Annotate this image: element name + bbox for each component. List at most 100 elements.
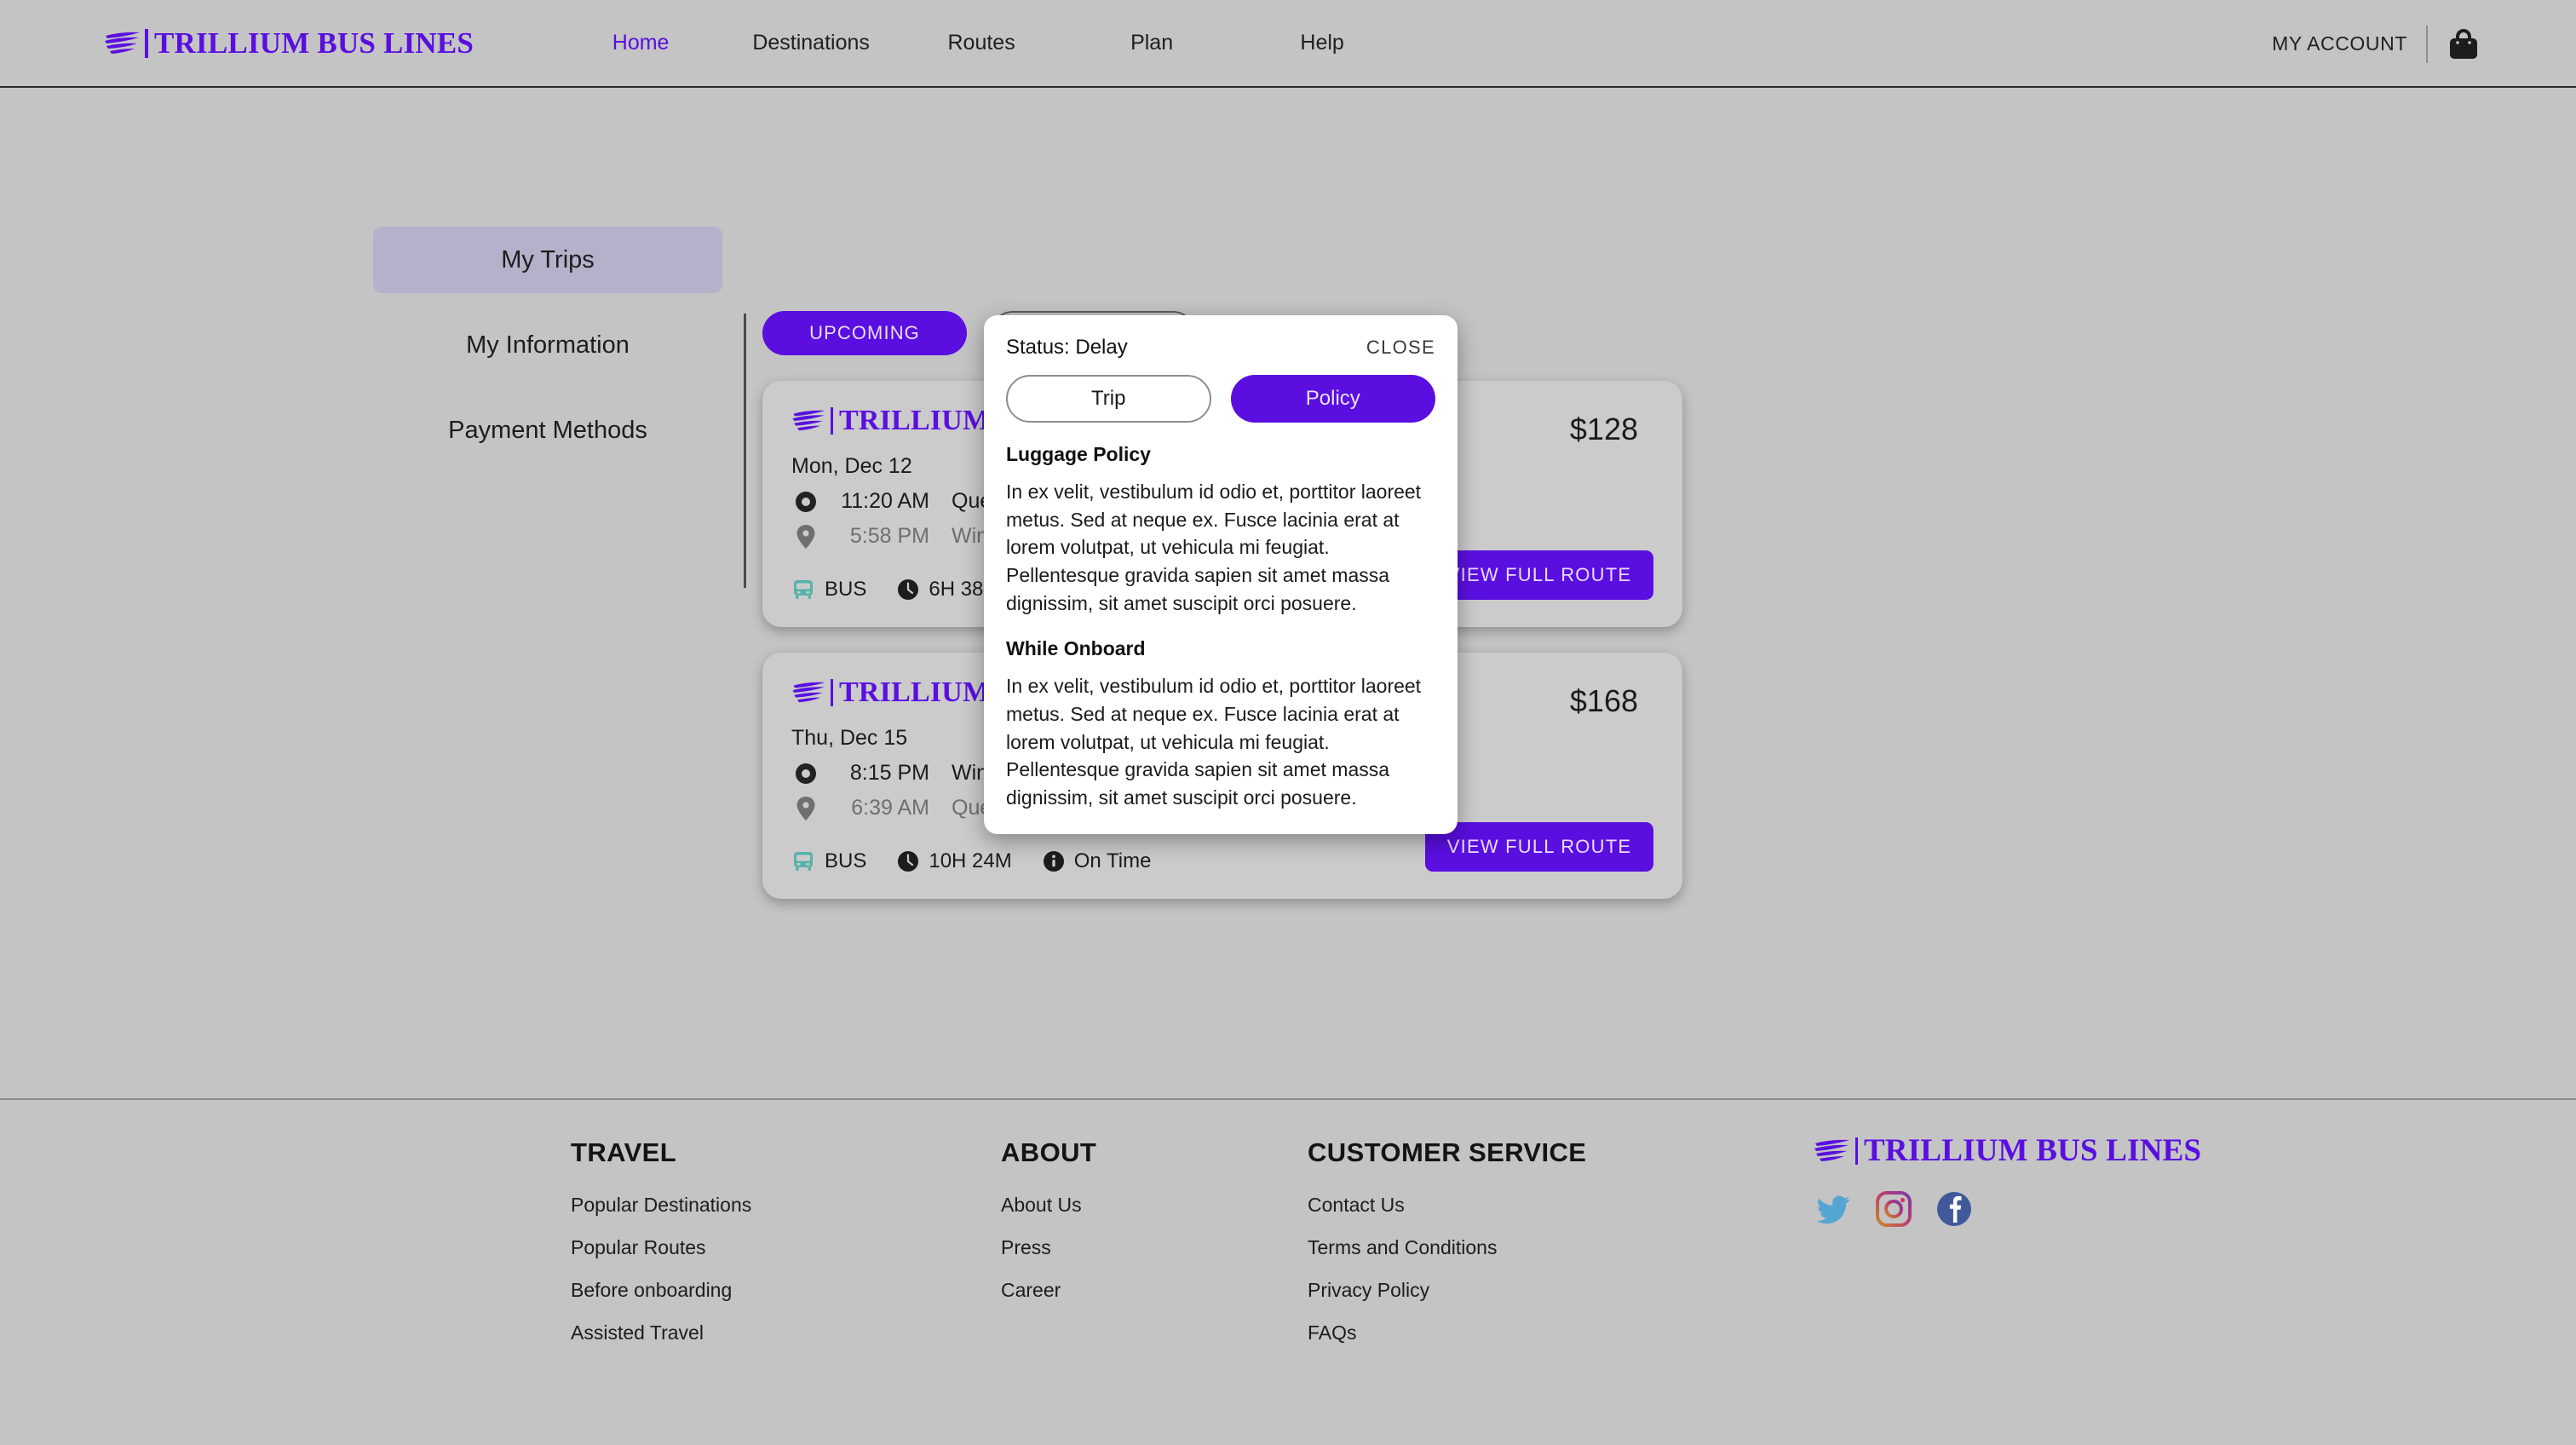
site-header: TRILLIUM BUS LINES Home Destinations Rou… <box>0 0 2576 88</box>
map-pin-icon <box>791 525 820 549</box>
trip-arrival-time: 6:39 AM <box>820 796 929 820</box>
footer-link-about-us[interactable]: About Us <box>1001 1194 1308 1217</box>
modal-section-body-onboard: In ex velit, vestibulum id odio et, port… <box>1006 672 1435 811</box>
bus-icon <box>791 849 815 873</box>
site-footer: TRAVEL Popular Destinations Popular Rout… <box>0 1098 2576 1445</box>
modal-tab-trip-label: Trip <box>1091 387 1125 411</box>
trip-duration-group: 10H 24M <box>897 849 1011 873</box>
footer-column-travel: TRAVEL Popular Destinations Popular Rout… <box>571 1137 1001 1364</box>
trip-mode-group: BUS <box>791 849 866 873</box>
main-nav: Home Destinations Routes Plan Help <box>555 31 1407 55</box>
nav-link-plan[interactable]: Plan <box>1130 31 1173 55</box>
circle-dot-icon <box>791 763 820 785</box>
trillium-wing-icon <box>104 31 141 56</box>
my-account-link[interactable]: MY ACCOUNT <box>2272 32 2407 55</box>
sidebar-vertical-divider <box>744 314 746 588</box>
nav-item-routes[interactable]: Routes <box>896 31 1067 55</box>
trip-price: $168 <box>1570 683 1638 719</box>
brand-name: TRILLIUM BUS LINES <box>154 26 474 60</box>
circle-dot-icon <box>791 491 820 513</box>
modal-section-heading-luggage: Luggage Policy <box>1006 443 1435 466</box>
footer-column-customer-service: CUSTOMER SERVICE Contact Us Terms and Co… <box>1308 1137 1751 1364</box>
modal-section-heading-onboard: While Onboard <box>1006 637 1435 660</box>
nav-item-destinations[interactable]: Destinations <box>726 31 896 55</box>
trillium-wing-icon <box>791 681 827 705</box>
trip-departure-time: 8:15 PM <box>820 761 929 786</box>
nav-link-destinations[interactable]: Destinations <box>752 31 870 55</box>
nav-link-routes[interactable]: Routes <box>948 31 1015 55</box>
twitter-icon[interactable] <box>1814 1190 1852 1228</box>
clock-icon <box>897 850 919 872</box>
brand-divider <box>831 407 833 435</box>
footer-column-about: ABOUT About Us Press Career <box>1001 1137 1308 1364</box>
account-sidebar: My Trips My Information Payment Methods <box>373 227 722 463</box>
footer-link-terms-and-conditions[interactable]: Terms and Conditions <box>1308 1236 1751 1259</box>
footer-link-assisted-travel[interactable]: Assisted Travel <box>571 1321 1001 1344</box>
sidebar-spacer <box>373 293 722 312</box>
view-full-route-button[interactable]: VIEW FULL ROUTE <box>1425 822 1653 872</box>
footer-link-press[interactable]: Press <box>1001 1236 1308 1259</box>
modal-tab-trip[interactable]: Trip <box>1006 375 1211 423</box>
footer-link-faqs[interactable]: FAQs <box>1308 1321 1751 1344</box>
trip-mode-label: BUS <box>825 578 866 602</box>
trip-arrival-place: Win <box>952 524 988 549</box>
sidebar-label-my-information: My Information <box>466 331 630 360</box>
footer-link-before-onboarding[interactable]: Before onboarding <box>571 1279 1001 1302</box>
brand-divider <box>145 29 148 58</box>
modal-tab-bar: Trip Policy <box>1006 375 1435 423</box>
header-actions: MY ACCOUNT <box>2272 0 2481 88</box>
shopping-bag-icon[interactable] <box>2447 27 2481 61</box>
trip-status-group[interactable]: On Time <box>1043 849 1152 873</box>
nav-item-help[interactable]: Help <box>1237 31 1407 55</box>
footer-heading-about: ABOUT <box>1001 1137 1308 1168</box>
footer-link-privacy-policy[interactable]: Privacy Policy <box>1308 1279 1751 1302</box>
footer-heading-travel: TRAVEL <box>571 1137 1001 1168</box>
nav-item-home[interactable]: Home <box>555 31 726 55</box>
footer-link-career[interactable]: Career <box>1001 1279 1308 1302</box>
modal-header: Status: Delay CLOSE <box>1006 336 1435 360</box>
clock-icon <box>897 579 919 601</box>
trip-policy-modal: Status: Delay CLOSE Trip Policy Luggage … <box>984 315 1458 834</box>
header-divider <box>2426 26 2428 63</box>
trip-mode-group: BUS <box>791 578 866 602</box>
brand-divider <box>1855 1137 1858 1165</box>
trip-price: $128 <box>1570 412 1638 447</box>
trip-departure-place: Win <box>952 761 988 786</box>
footer-link-contact-us[interactable]: Contact Us <box>1308 1194 1751 1217</box>
modal-tab-policy[interactable]: Policy <box>1231 375 1435 423</box>
info-icon[interactable] <box>1043 850 1065 872</box>
sidebar-item-payment-methods[interactable]: Payment Methods <box>373 397 722 463</box>
facebook-icon[interactable] <box>1935 1190 1973 1228</box>
tab-upcoming[interactable]: UPCOMING <box>762 311 967 355</box>
trillium-wing-icon <box>1813 1138 1852 1164</box>
sidebar-spacer-2 <box>373 378 722 397</box>
modal-section-body-luggage: In ex velit, vestibulum id odio et, port… <box>1006 478 1435 617</box>
footer-brand-logo[interactable]: TRILLIUM BUS LINES <box>1813 1132 2201 1169</box>
trillium-wing-icon <box>791 409 827 433</box>
trip-departure-time: 11:20 AM <box>820 489 929 514</box>
footer-link-popular-routes[interactable]: Popular Routes <box>571 1236 1001 1259</box>
trip-arrival-time: 5:58 PM <box>820 524 929 549</box>
sidebar-item-my-information[interactable]: My Information <box>373 312 722 378</box>
trip-status-label: On Time <box>1074 849 1152 873</box>
tab-upcoming-label: UPCOMING <box>809 322 920 344</box>
modal-status-text: Status: Delay <box>1006 336 1128 360</box>
nav-link-help[interactable]: Help <box>1300 31 1343 55</box>
sidebar-label-payment-methods: Payment Methods <box>448 417 647 445</box>
bus-icon <box>791 578 815 602</box>
nav-link-home[interactable]: Home <box>612 31 670 55</box>
map-pin-icon <box>791 797 820 820</box>
brand-divider <box>831 679 833 706</box>
brand-logo[interactable]: TRILLIUM BUS LINES <box>104 26 474 60</box>
footer-brand-name: TRILLIUM BUS LINES <box>1864 1132 2201 1169</box>
footer-social-links <box>1814 1190 1973 1228</box>
nav-item-plan[interactable]: Plan <box>1067 31 1237 55</box>
view-full-route-button[interactable]: VIEW FULL ROUTE <box>1425 550 1653 600</box>
trip-mode-label: BUS <box>825 849 866 873</box>
footer-link-popular-destinations[interactable]: Popular Destinations <box>571 1194 1001 1217</box>
footer-columns: TRAVEL Popular Destinations Popular Rout… <box>571 1137 1751 1364</box>
footer-heading-customer-service: CUSTOMER SERVICE <box>1308 1137 1751 1168</box>
modal-close-button[interactable]: CLOSE <box>1366 337 1435 359</box>
sidebar-item-my-trips[interactable]: My Trips <box>373 227 722 293</box>
instagram-icon[interactable] <box>1875 1190 1912 1228</box>
